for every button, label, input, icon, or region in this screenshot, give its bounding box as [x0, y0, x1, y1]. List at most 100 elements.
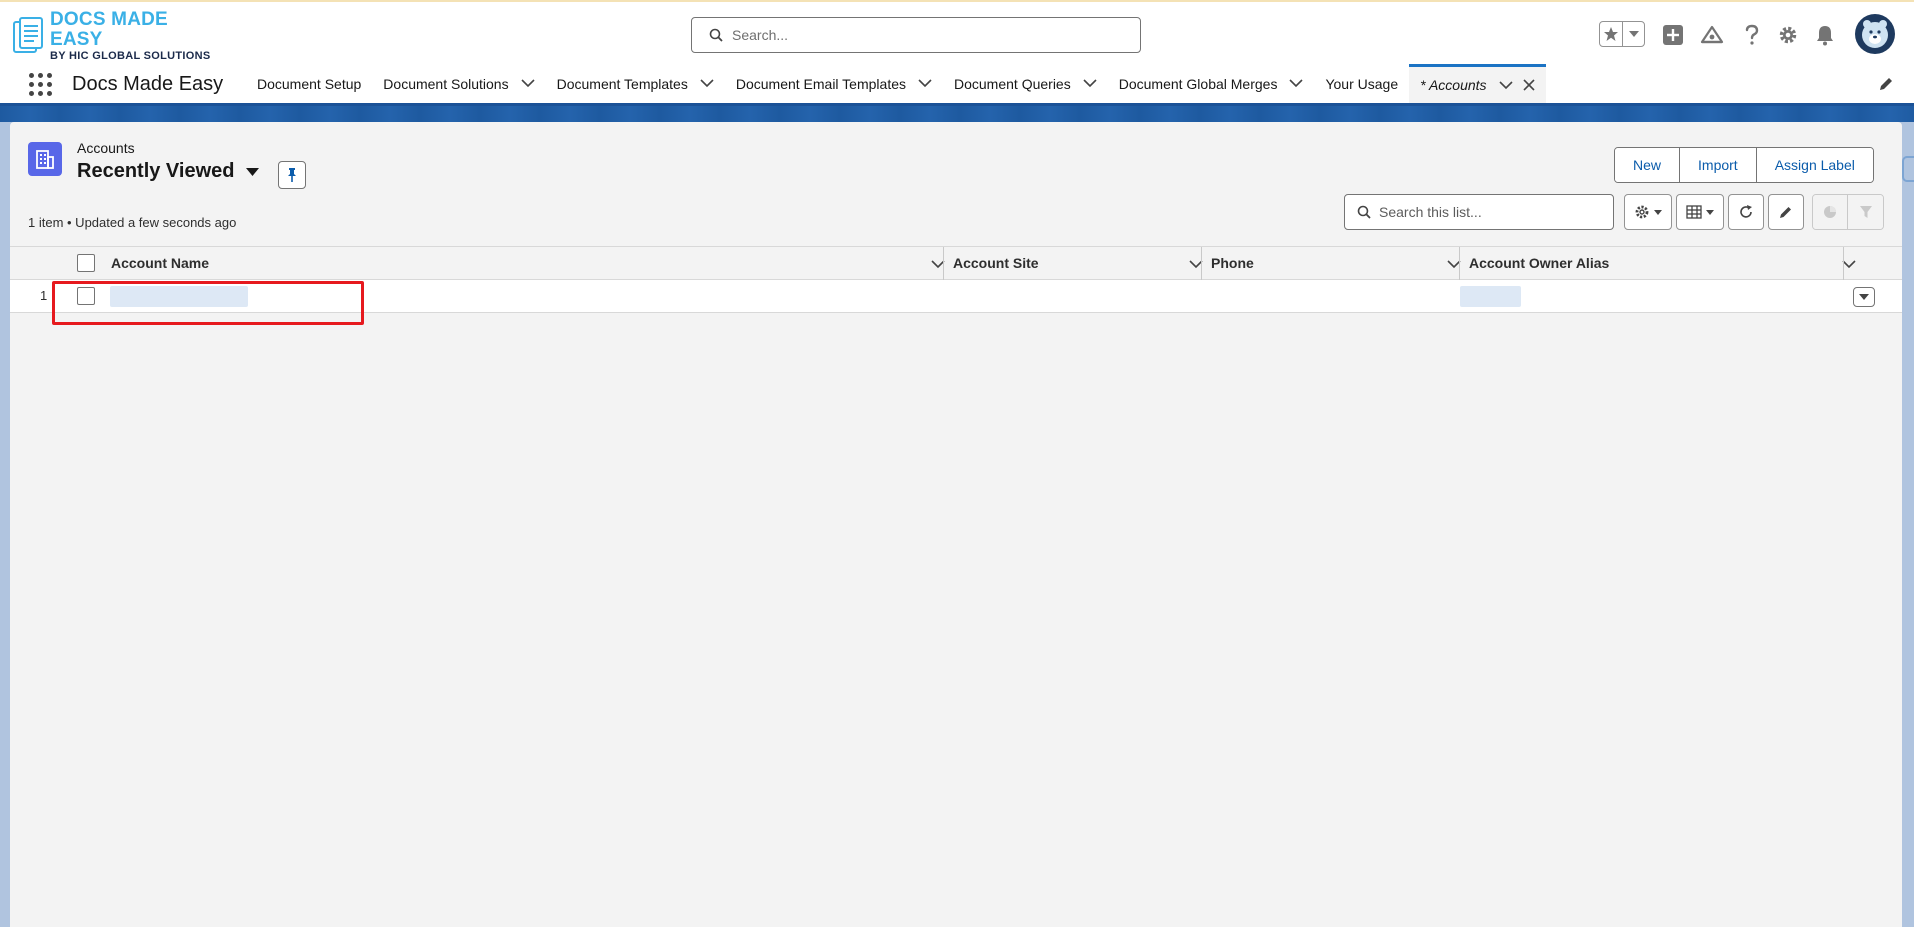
column-label: Account Owner Alias	[1469, 255, 1610, 271]
chevron-down-icon[interactable]	[1498, 80, 1513, 90]
tab-document-global-merges[interactable]: Document Global Merges	[1108, 64, 1315, 103]
tab-document-queries[interactable]: Document Queries	[943, 64, 1108, 103]
tab-label: Document Templates	[556, 75, 688, 92]
filters-button[interactable]	[1848, 195, 1883, 229]
tab-label: * Accounts	[1420, 77, 1487, 93]
edit-nav-icon[interactable]	[1878, 76, 1894, 95]
close-tab-icon[interactable]	[1522, 79, 1535, 91]
list-search-input[interactable]	[1379, 204, 1599, 220]
bell-icon	[1817, 26, 1833, 46]
list-view-panel: Accounts Recently Viewed 1 item • Update…	[10, 122, 1902, 927]
search-icon	[709, 28, 723, 42]
column-label: Account Name	[111, 255, 210, 271]
logo-title: DOCS MADE EASY	[50, 9, 168, 50]
caret-down-icon	[1654, 209, 1662, 215]
chevron-down-icon[interactable]	[1289, 79, 1304, 88]
tab-accounts[interactable]: * Accounts	[1409, 64, 1546, 103]
caret-down-icon	[1859, 294, 1869, 300]
navigation-bar: Docs Made Easy Document Setup Document S…	[0, 64, 1914, 106]
pin-list-button[interactable]	[278, 161, 306, 189]
import-button[interactable]: Import	[1680, 148, 1757, 182]
pie-chart-icon	[1824, 206, 1836, 218]
tab-document-solutions[interactable]: Document Solutions	[372, 64, 545, 103]
question-mark-icon	[1745, 24, 1759, 45]
tab-document-email-templates[interactable]: Document Email Templates	[725, 64, 943, 103]
tab-document-setup[interactable]: Document Setup	[246, 64, 372, 103]
chevron-down-icon[interactable]	[918, 79, 932, 88]
tab-document-templates[interactable]: Document Templates	[546, 64, 725, 103]
chart-filter-group	[1812, 194, 1884, 230]
list-view-name: Recently Viewed	[77, 160, 235, 182]
trailhead-icon	[1700, 25, 1724, 44]
plus-square-icon	[1663, 25, 1683, 45]
account-object-icon	[28, 142, 62, 176]
refresh-button[interactable]	[1728, 194, 1764, 230]
table-header: Account Name Account Site Phone Account …	[10, 246, 1902, 280]
table-row: 1	[10, 280, 1902, 313]
inline-edit-button[interactable]	[1768, 194, 1804, 230]
tab-label: Document Solutions	[383, 75, 509, 92]
notifications-button[interactable]	[1812, 22, 1838, 48]
trailhead-button[interactable]	[1699, 22, 1725, 48]
list-controls-button[interactable]	[1624, 194, 1672, 230]
document-logo-icon	[12, 16, 46, 56]
global-search-box[interactable]	[691, 17, 1141, 53]
chevron-down-icon[interactable]	[1842, 256, 1856, 272]
chevron-down-icon[interactable]	[1083, 79, 1097, 88]
select-all-checkbox[interactable]	[77, 254, 95, 272]
favorites-group	[1599, 21, 1645, 47]
accounts-table: Account Name Account Site Phone Account …	[10, 246, 1902, 313]
caret-down-icon	[1706, 209, 1714, 215]
column-label: Phone	[1211, 255, 1254, 271]
list-view-selector[interactable]: Recently Viewed	[77, 160, 260, 183]
tab-label: Your Usage	[1325, 75, 1399, 92]
nav-tabs: Document Setup Document Solutions Docume…	[246, 64, 1546, 103]
charts-button[interactable]	[1813, 195, 1849, 229]
tab-label: Document Queries	[954, 75, 1071, 92]
gear-icon	[1635, 205, 1649, 219]
favorite-star-button[interactable]	[1600, 22, 1624, 46]
chevron-down-icon[interactable]	[521, 79, 535, 88]
row-actions-button[interactable]	[1853, 287, 1875, 307]
utility-edge	[1902, 156, 1914, 182]
setup-button[interactable]	[1775, 22, 1801, 48]
logo-subtitle: BY HIC GLOBAL SOLUTIONS	[50, 50, 211, 62]
column-header-account-owner-alias[interactable]: Account Owner Alias	[1469, 247, 1864, 279]
list-actions: New Import Assign Label	[1614, 147, 1874, 183]
list-search-box[interactable]	[1344, 194, 1614, 230]
global-search-input[interactable]	[732, 27, 1112, 43]
tab-label: Document Email Templates	[735, 75, 906, 92]
app-logo[interactable]: DOCS MADE EASY BY HIC GLOBAL SOLUTIONS	[12, 10, 222, 62]
global-header: DOCS MADE EASY BY HIC GLOBAL SOLUTIONS	[0, 7, 1914, 64]
row-number: 1	[40, 288, 48, 303]
filter-icon	[1859, 206, 1872, 218]
app-name: Docs Made Easy	[72, 73, 224, 95]
triangle-down-icon[interactable]	[246, 167, 260, 176]
pencil-icon	[1780, 207, 1791, 218]
column-header-phone[interactable]: Phone	[1211, 247, 1469, 279]
page-banner	[0, 106, 1914, 122]
chevron-down-icon[interactable]	[700, 79, 714, 88]
owner-alias-value	[1460, 286, 1521, 307]
new-button[interactable]: New	[1615, 148, 1681, 182]
column-header-account-name[interactable]: Account Name	[111, 247, 953, 279]
help-button[interactable]	[1739, 22, 1765, 48]
star-icon	[1604, 27, 1619, 41]
top-strip	[0, 0, 1914, 7]
refresh-icon	[1740, 205, 1752, 218]
global-actions-button[interactable]	[1660, 22, 1686, 48]
user-avatar[interactable]	[1855, 14, 1895, 54]
tab-your-usage[interactable]: Your Usage	[1314, 64, 1409, 103]
assign-label-button[interactable]: Assign Label	[1756, 148, 1873, 182]
column-header-account-site[interactable]: Account Site	[953, 247, 1211, 279]
favorites-menu-button[interactable]	[1623, 31, 1644, 37]
tab-label: Document Global Merges	[1118, 75, 1278, 92]
object-label: Accounts	[77, 140, 135, 156]
list-meta-info: 1 item • Updated a few seconds ago	[28, 215, 237, 230]
app-launcher-icon[interactable]	[28, 72, 52, 96]
row-checkbox[interactable]	[77, 287, 95, 305]
account-name-link[interactable]	[110, 286, 248, 307]
caret-down-icon	[1628, 31, 1639, 37]
column-label: Account Site	[953, 255, 1039, 271]
display-as-button[interactable]	[1676, 194, 1724, 230]
